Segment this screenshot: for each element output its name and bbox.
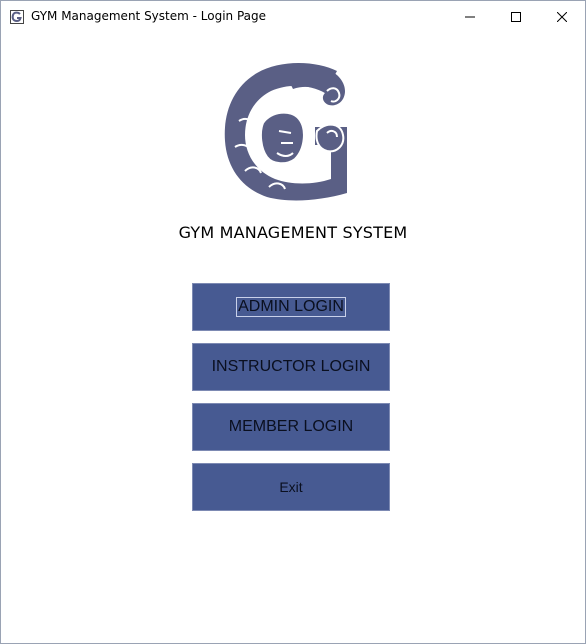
exit-button[interactable]: Exit (192, 463, 390, 511)
maximize-icon (511, 11, 521, 22)
close-icon (557, 11, 567, 22)
admin-login-button[interactable]: ADMIN LOGIN (192, 283, 390, 331)
app-heading: GYM MANAGEMENT SYSTEM (178, 223, 408, 242)
member-login-label: MEMBER LOGIN (228, 418, 354, 435)
minimize-button[interactable] (447, 1, 493, 32)
minimize-icon (465, 16, 475, 17)
exit-label: Exit (279, 479, 303, 495)
login-window: GYM Management System - Login Page GYM M… (0, 0, 586, 644)
window-title: GYM Management System - Login Page (31, 9, 267, 23)
instructor-login-button[interactable]: INSTRUCTOR LOGIN (192, 343, 390, 391)
admin-login-label: ADMIN LOGIN (236, 297, 346, 317)
maximize-button[interactable] (493, 1, 539, 32)
instructor-login-label: INSTRUCTOR LOGIN (211, 358, 371, 375)
flexing-arm-g-logo-icon (219, 61, 353, 203)
app-icon (10, 9, 24, 24)
close-button[interactable] (539, 1, 585, 32)
member-login-button[interactable]: MEMBER LOGIN (192, 403, 390, 451)
title-bar[interactable]: GYM Management System - Login Page (1, 1, 585, 32)
